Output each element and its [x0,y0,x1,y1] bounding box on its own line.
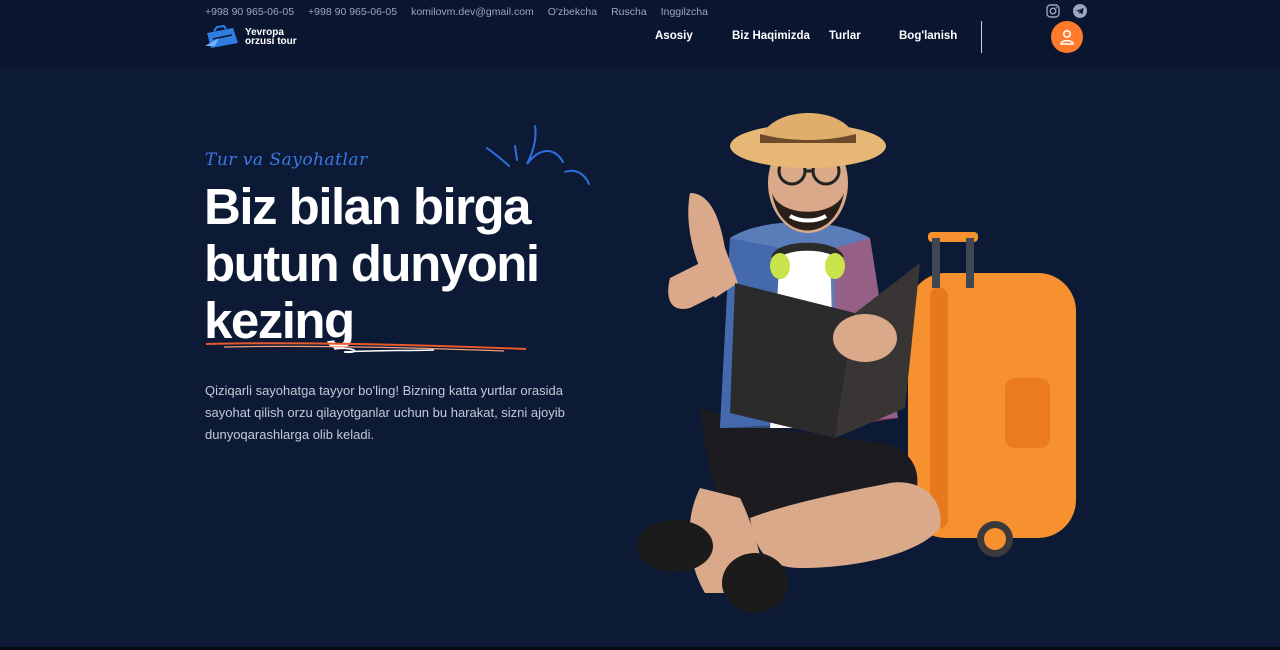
lang-english[interactable]: Inggilzcha [661,6,708,18]
hero-headline: Biz bilan birga butun dunyoni kezing [204,178,624,349]
contact-topbar: +998 90 965-06-05 +998 90 965-06-05 komi… [205,5,708,19]
social-links [1046,4,1087,18]
instagram-icon[interactable] [1046,4,1060,18]
user-account-button[interactable] [1051,21,1083,53]
traveler-with-suitcase-image [637,113,1076,613]
nav-contact[interactable]: Bog'lanish [899,30,957,42]
lang-uzbek[interactable]: O'zbekcha [548,6,597,18]
logo-text: Yevropa orzusi tour [245,28,297,47]
phone-link-1[interactable]: +998 90 965-06-05 [205,6,294,18]
hero-description: Qiziqarli sayohatga tayyor bo'ling! Bizn… [205,383,565,442]
telegram-icon[interactable] [1073,4,1087,18]
lang-russian[interactable]: Ruscha [611,6,647,18]
user-icon [1060,29,1074,45]
suitcase-logo-icon [205,24,238,48]
email-link[interactable]: komilovm.dev@gmail.com [411,6,534,18]
hero-eyebrow: Tur va Sayohatlar [205,150,368,170]
nav-divider [981,21,982,53]
nav-home[interactable]: Asosiy [655,30,693,42]
brand-logo[interactable]: Yevropa orzusi tour [205,24,297,50]
brush-underline [205,342,527,354]
nav-tours[interactable]: Turlar [829,30,861,42]
headline-line-2: butun dunyoni [204,235,540,292]
logo-line-2: orzusi tour [245,36,297,47]
phone-link-2[interactable]: +998 90 965-06-05 [308,6,397,18]
site-header: +998 90 965-06-05 +998 90 965-06-05 komi… [0,0,1280,67]
headline-line-1: Biz bilan birga [204,178,532,235]
nav-about[interactable]: Biz Haqimizda [732,30,810,42]
